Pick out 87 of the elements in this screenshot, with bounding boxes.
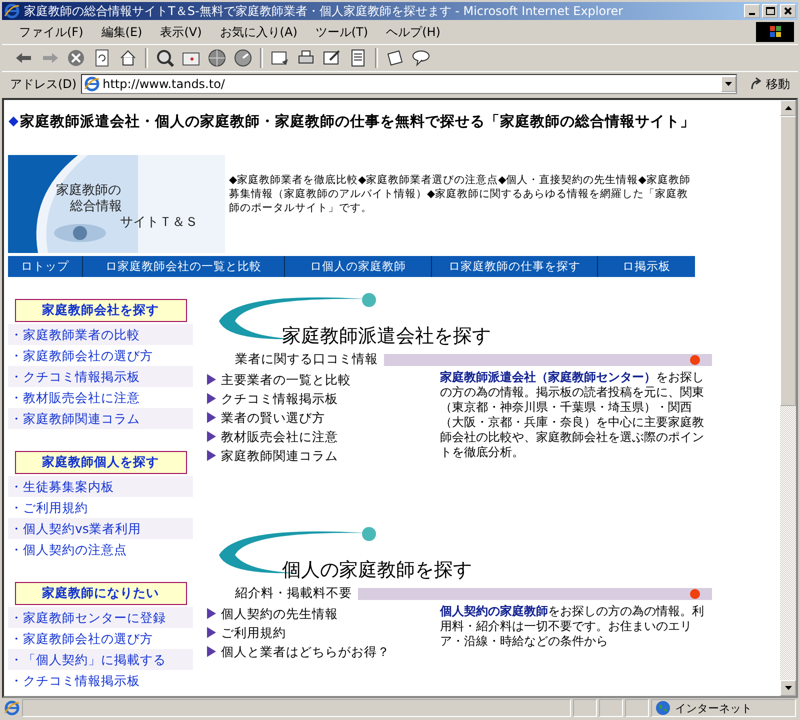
sidebar-link[interactable]: ・教材販売会社に注意 bbox=[8, 387, 193, 408]
triangle-bullet-icon bbox=[207, 450, 216, 461]
go-button[interactable]: 移動 bbox=[741, 76, 798, 92]
minimize-icon bbox=[749, 13, 755, 15]
triangle-bullet-icon bbox=[207, 608, 216, 619]
triangle-bullet-icon bbox=[207, 412, 216, 423]
scroll-thumb[interactable] bbox=[780, 116, 796, 406]
sidebar-heading: 家庭教師個人を探す bbox=[14, 451, 186, 474]
section-lead-link[interactable]: 家庭教師派遣会社（家庭教師センター） bbox=[440, 370, 656, 384]
sidebar-link[interactable]: ・クチコミ情報掲示板 bbox=[8, 670, 193, 691]
globe-icon bbox=[207, 48, 227, 68]
stop-icon bbox=[66, 48, 86, 68]
triangle-bullet-icon bbox=[207, 646, 216, 657]
sidebar-link[interactable]: ・家庭教師センターに登録 bbox=[8, 607, 193, 628]
section-link[interactable]: クチコミ情報掲示板 bbox=[221, 389, 338, 408]
address-field[interactable]: http://www.tands.to/ bbox=[80, 74, 737, 94]
clock-icon bbox=[233, 48, 253, 68]
menu-item[interactable]: ファイル(F) bbox=[10, 24, 92, 40]
zone-text: インターネット bbox=[675, 700, 752, 716]
sidebar-link[interactable]: ・家庭教師関連コラム bbox=[8, 408, 193, 429]
triangle-bullet-icon bbox=[207, 374, 216, 385]
sidebar-link[interactable]: ・ご利用規約 bbox=[8, 497, 193, 518]
dropdown-arrow-icon bbox=[725, 82, 732, 86]
search-icon bbox=[155, 48, 175, 68]
minimize-button[interactable] bbox=[744, 4, 760, 18]
nav-link[interactable]: ロトップ bbox=[8, 256, 83, 277]
sidebar-link[interactable]: ・家庭教師会社の選び方 bbox=[8, 345, 193, 366]
section-description: 家庭教師派遣会社（家庭教師センター）をお探しの方の為の情報。掲示板の読者投稿を元に、関東（東京都・神奈川県・千葉県・埼玉県）・関西（大阪・京都・兵庫・奈良）を中心に主要家庭教師会社の比較や、家庭教師会社を選ぶ際のポイントを徹底分析。 bbox=[440, 370, 705, 461]
sidebar-link[interactable]: ・クチコミ情報掲示板 bbox=[8, 366, 193, 387]
maximize-icon bbox=[766, 7, 774, 15]
section-link[interactable]: 主要業者の一覧と比較 bbox=[221, 370, 351, 389]
dot-icon bbox=[690, 588, 700, 598]
sidebar-link[interactable]: ・生徒募集案内板 bbox=[8, 476, 193, 497]
sidebar-link[interactable]: ・個人契約vs業者利用 bbox=[8, 518, 193, 539]
address-label: アドレス(D) bbox=[10, 76, 77, 92]
section-subtitle: 紹介料・掲載料不要 bbox=[235, 585, 352, 602]
section-link[interactable]: 家庭教師関連コラム bbox=[221, 446, 338, 465]
section-link[interactable]: ご利用規約 bbox=[221, 623, 286, 642]
sidebar-heading: 家庭教師会社を探す bbox=[14, 299, 186, 322]
menu-item[interactable]: ヘルプ(H) bbox=[377, 24, 450, 40]
maximize-button[interactable] bbox=[762, 4, 778, 18]
section-link[interactable]: 個人契約の先生情報 bbox=[221, 604, 338, 623]
triangle-bullet-icon bbox=[207, 627, 216, 638]
window-title: 家庭教師の総合情報サイトT＆S-無料で家庭教師業者・個人家庭教師を探せます - Microsoft Internet Explorer bbox=[24, 2, 624, 20]
nav-link[interactable]: ロ個人の家庭教師 bbox=[285, 256, 432, 277]
section-link[interactable]: 教材販売会社に注意 bbox=[221, 427, 338, 446]
browser-logo-icon bbox=[84, 76, 100, 92]
close-icon bbox=[784, 7, 792, 15]
down-arrow-icon bbox=[784, 686, 792, 690]
section-title: 家庭教師派遣会社を探す bbox=[282, 324, 491, 349]
nav-link[interactable]: ロ掲示板 bbox=[598, 256, 695, 277]
heading-text: 家庭教師派遣会社・個人の家庭教師・家庭教師の仕事を無料で探せる「家庭教師の総合情報サイト」 bbox=[20, 112, 695, 131]
section-lead-link[interactable]: 個人契約の家庭教師 bbox=[440, 604, 548, 618]
home-icon bbox=[118, 48, 138, 68]
scroll-down-button[interactable] bbox=[780, 680, 796, 696]
menu-item[interactable]: 編集(E) bbox=[92, 24, 152, 40]
dot-icon bbox=[690, 354, 700, 364]
speech-bubble-icon bbox=[411, 48, 431, 68]
menu-item[interactable]: 表示(V) bbox=[151, 24, 211, 40]
sidebar-link[interactable]: ・「個人契約」に掲載する bbox=[8, 649, 193, 670]
windows-logo-icon bbox=[756, 22, 794, 42]
globe-icon bbox=[655, 700, 671, 716]
nav-link[interactable]: ロ家庭教師会社の一覧と比較 bbox=[83, 256, 285, 277]
up-arrow-icon bbox=[784, 106, 792, 110]
triangle-bullet-icon bbox=[207, 393, 216, 404]
logo-text: サイトＴ＆Ｓ bbox=[120, 215, 198, 231]
sidebar-link[interactable]: ・家庭教師会社の選び方 bbox=[8, 628, 193, 649]
section-title: 個人の家庭教師を探す bbox=[282, 558, 472, 583]
diamond-bullet-icon bbox=[8, 116, 18, 126]
section-link[interactable]: 業者の賢い選び方 bbox=[221, 408, 325, 427]
go-arrow-icon bbox=[749, 77, 763, 91]
section-description: 個人契約の家庭教師をお探しの方の為の情報。利用料・紹介料は一切不要です。お住まいのエリア・沿線・時給などの条件から bbox=[440, 604, 705, 650]
nav-link[interactable]: ロ家庭教師の仕事を探す bbox=[432, 256, 598, 277]
menu-item[interactable]: ツール(T) bbox=[306, 24, 378, 40]
triangle-bullet-icon bbox=[207, 431, 216, 442]
section-link[interactable]: 個人と業者はどちらがお得？ bbox=[221, 642, 390, 661]
section-subtitle: 業者に関する口コミ情報 bbox=[235, 351, 378, 368]
menu-item[interactable]: お気に入り(A) bbox=[210, 24, 306, 40]
sidebar-heading: 家庭教師になりたい bbox=[14, 582, 186, 605]
browser-logo-icon bbox=[4, 3, 20, 19]
logo-text: 総合情報 bbox=[70, 199, 123, 215]
intro-text: ◆家庭教師業者を徹底比較◆家庭教師業者選びの注意点◆個人・直接契約の先生情報◆家庭教師募集情報（家庭教師のアルバイト情報）◆家庭教師に関するあらゆる情報を網羅した「家庭教師のポータルサイト」です。 bbox=[229, 173, 692, 215]
logo-text: 家庭教師の bbox=[56, 183, 122, 199]
scroll-up-button[interactable] bbox=[780, 100, 796, 116]
sidebar-link[interactable]: ・家庭教師業者の比較 bbox=[8, 324, 193, 345]
sidebar-link[interactable]: ・個人契約の注意点 bbox=[8, 539, 193, 560]
close-button[interactable] bbox=[780, 4, 796, 18]
